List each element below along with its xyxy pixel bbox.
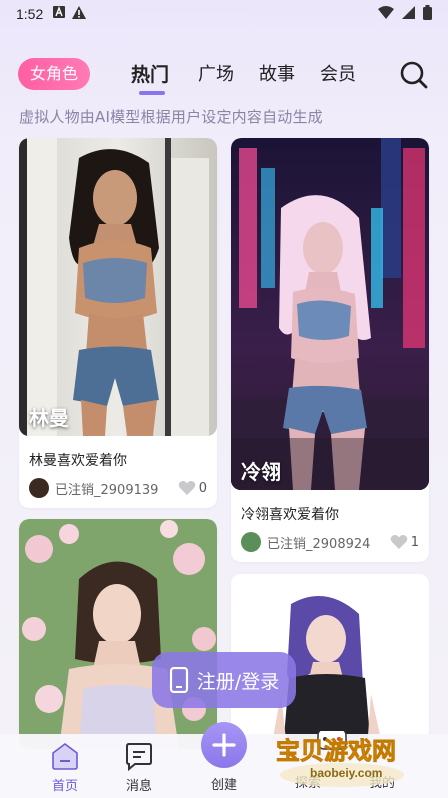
character-card[interactable]: 冷翎 冷翎喜欢爱着你 已注销_2908924 1 — [231, 138, 429, 562]
card-meta: 已注销_2908924 1 — [241, 531, 419, 553]
warning-icon — [72, 5, 87, 23]
gender-filter-pill[interactable]: 女角色 — [18, 58, 90, 90]
heart-icon — [178, 481, 196, 495]
character-name: 林曼 — [29, 406, 69, 430]
character-description: 林曼喜欢爱着你 — [29, 453, 127, 469]
character-image — [19, 138, 217, 436]
phone-icon — [169, 667, 188, 693]
plus-icon — [212, 733, 236, 757]
character-card[interactable]: 林曼 林曼喜欢爱着你 已注销_2909139 0 — [19, 138, 217, 508]
nav-create-label[interactable]: 创建 — [194, 774, 254, 793]
nav-home[interactable]: 首页 — [35, 740, 95, 794]
tab-vip[interactable]: 会员 — [320, 60, 356, 86]
signal-icon — [402, 5, 415, 23]
like-button[interactable]: 0 — [178, 480, 207, 496]
top-header: 女角色 热门 广场 故事 会员 — [0, 54, 448, 98]
character-card[interactable] — [19, 519, 217, 749]
heart-icon — [390, 535, 408, 549]
notification-a-icon — [53, 6, 66, 22]
home-icon — [52, 743, 78, 770]
like-count: 1 — [410, 534, 419, 550]
tab-square[interactable]: 广场 — [198, 60, 234, 86]
status-bar: 1:52 — [0, 0, 448, 28]
character-description: 冷翎喜欢爱着你 — [241, 507, 339, 523]
nav-messages[interactable]: 消息 — [109, 740, 169, 794]
search-button[interactable] — [398, 59, 430, 91]
author-name: 已注销_2909139 — [55, 482, 159, 498]
author-avatar — [29, 478, 49, 498]
active-tab-indicator — [139, 91, 165, 95]
author-name: 已注销_2908924 — [267, 536, 371, 552]
tab-hot[interactable]: 热门 — [131, 60, 169, 87]
like-count: 0 — [198, 480, 207, 496]
svg-text:宝贝游戏网: 宝贝游戏网 — [276, 737, 396, 765]
tab-story[interactable]: 故事 — [259, 60, 295, 86]
search-icon — [400, 61, 428, 89]
svg-text:baobeiy.com: baobeiy.com — [310, 766, 382, 780]
author-avatar — [241, 532, 261, 552]
nav-label: 首页 — [51, 779, 78, 794]
login-label: 注册/登录 — [196, 670, 280, 693]
nav-label: 创建 — [210, 778, 237, 793]
like-button[interactable]: 1 — [390, 534, 419, 550]
create-button[interactable] — [201, 722, 247, 768]
character-name: 冷翎 — [241, 460, 281, 484]
character-image — [231, 138, 429, 490]
watermark-logo: 宝贝游戏网 baobeiy.com — [272, 728, 422, 791]
battery-icon — [423, 4, 432, 24]
nav-label: 消息 — [125, 779, 152, 794]
status-time: 1:52 — [16, 6, 44, 22]
ai-disclaimer: 虚拟人物由AI模型根据用户设定内容自动生成 — [19, 108, 323, 126]
card-meta: 已注销_2909139 0 — [29, 477, 207, 499]
message-icon — [126, 743, 152, 772]
character-image — [19, 519, 217, 749]
register-login-button[interactable]: 注册/登录 — [152, 652, 296, 708]
wifi-icon — [378, 5, 394, 23]
